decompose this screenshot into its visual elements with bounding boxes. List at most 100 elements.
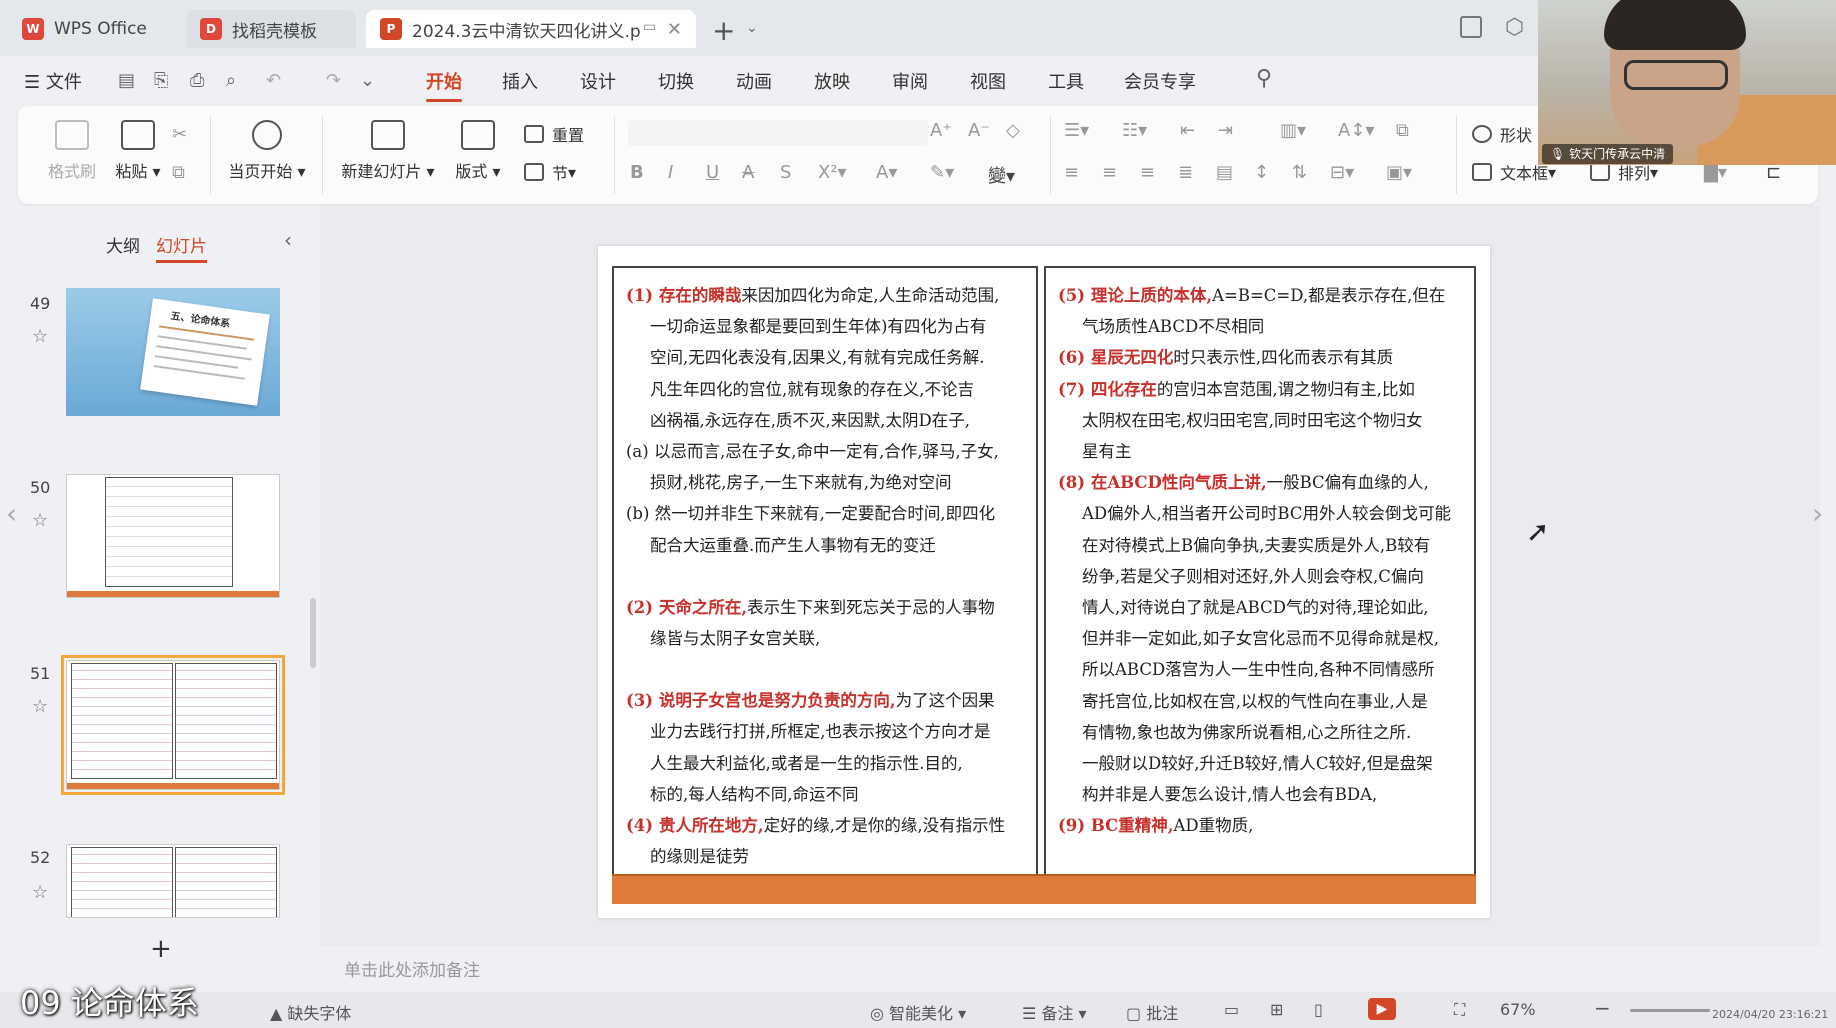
smart-beautify-button[interactable]: ◎ 智能美化 ▾ [870, 1000, 966, 1024]
save-icon[interactable]: ▤ [118, 70, 135, 91]
menu-design[interactable]: 设计 [580, 68, 616, 94]
current-slide[interactable]: (1) 存在的瞬哉来因加四化为命定,人生命活动范围, 一切命运显象都是要回到生年… [598, 246, 1490, 918]
slide-thumb-52[interactable] [66, 844, 280, 918]
zoom-slider[interactable] [1630, 1009, 1710, 1012]
italic-icon[interactable]: I [668, 162, 673, 183]
distribute-icon[interactable]: ▤ [1216, 162, 1233, 183]
format-painter-button[interactable]: 格式刷 [42, 120, 102, 182]
indent-increase-icon[interactable]: ⇥ [1218, 120, 1233, 141]
convert-smartart-icon[interactable]: ⧉ [1396, 120, 1409, 141]
zoom-level[interactable]: 67% [1500, 1000, 1536, 1019]
print-preview-icon[interactable]: ⌕ [226, 70, 236, 91]
star-icon[interactable]: ☆ [32, 882, 48, 903]
fit-window-icon[interactable]: ⛶ [1454, 1000, 1465, 1020]
cut-icon[interactable]: ✂ [172, 124, 187, 145]
from-current-button[interactable]: 当页开始 ▾ [224, 120, 310, 182]
slide-thumb-49[interactable]: 五、论命体系 [66, 288, 280, 416]
font-grow-icon[interactable]: A⁺ [930, 120, 952, 141]
tab-wps-office[interactable]: W WPS Office [8, 10, 156, 48]
menu-transition[interactable]: 切换 [658, 68, 694, 94]
new-slide-button[interactable]: 新建幻灯片 ▾ [338, 120, 438, 182]
notes-placeholder[interactable]: 单击此处添加备注 [344, 956, 480, 981]
chevron-down-icon[interactable]: ⌄ [746, 20, 758, 36]
star-icon[interactable]: ☆ [32, 510, 48, 531]
align-right-icon[interactable]: ≡ [1140, 162, 1155, 183]
menu-review[interactable]: 审阅 [892, 68, 928, 94]
section-button[interactable]: 节 ▾ [524, 160, 576, 184]
bold-icon[interactable]: B [630, 162, 644, 183]
phonetic-icon[interactable]: 變▾ [988, 162, 1015, 188]
tab-slides[interactable]: 幻灯片 [156, 232, 207, 263]
undo-icon[interactable]: ↶ [266, 70, 281, 91]
print-icon[interactable]: ⎙ [190, 70, 204, 91]
close-icon[interactable]: ✕ [667, 19, 682, 40]
shadow-icon[interactable]: S [780, 162, 791, 183]
menu-insert[interactable]: 插入 [502, 68, 538, 94]
slide-sorter-icon[interactable]: ⊞ [1270, 1000, 1283, 1019]
line-spacing-icon[interactable]: ↕ [1254, 162, 1269, 183]
reset-button[interactable]: 重置 [524, 122, 584, 146]
reading-view-icon[interactable]: ▯ [1314, 1000, 1323, 1019]
font-shrink-icon[interactable]: A⁻ [968, 120, 990, 141]
paste-button[interactable]: 粘贴 ▾ [108, 120, 168, 182]
more-chevron-icon[interactable]: ⌄ [360, 70, 375, 91]
columns-icon[interactable]: ▥▾ [1280, 120, 1306, 141]
tab-outline[interactable]: 大纲 [106, 232, 140, 257]
align-left-icon[interactable]: ≡ [1064, 162, 1079, 183]
copy-icon[interactable]: ⧉ [172, 162, 185, 183]
share-icon[interactable]: ⎘ [154, 70, 168, 91]
align-center-icon[interactable]: ≡ [1102, 162, 1117, 183]
paragraph-spacing-icon[interactable]: ⇅ [1292, 162, 1307, 183]
clear-format-icon[interactable]: ◇ [1006, 120, 1020, 141]
normal-view-icon[interactable]: ▭ [1224, 1000, 1239, 1019]
menu-home[interactable]: 开始 [426, 68, 462, 102]
menu-view[interactable]: 视图 [970, 68, 1006, 94]
menu-tools[interactable]: 工具 [1048, 68, 1084, 94]
superscript-icon[interactable]: X²▾ [818, 162, 847, 183]
new-tab-button[interactable]: + [712, 14, 735, 47]
number-list-icon[interactable]: ☷▾ [1122, 120, 1147, 141]
star-icon[interactable]: ☆ [32, 696, 48, 717]
play-slideshow-icon[interactable]: ▶ [1368, 998, 1396, 1020]
font-color-icon[interactable]: A▾ [876, 162, 897, 183]
prev-slide-icon[interactable]: ‹ [6, 497, 17, 530]
redo-icon[interactable]: ↷ [326, 70, 341, 91]
fill-icon[interactable]: ▇▾ [1704, 162, 1727, 183]
layout-button[interactable]: 版式 ▾ [450, 120, 506, 182]
missing-fonts-button[interactable]: ▲ 缺失字体 [270, 1000, 351, 1024]
slide-right-textbox[interactable]: (5) 理论上质的本体,A=B=C=D,都是表示存在,但在 气场质性ABCD不尽… [1044, 266, 1476, 876]
window-restore-icon[interactable] [1460, 16, 1482, 38]
cube-icon[interactable]: ⬡ [1505, 15, 1524, 40]
notes-toggle-button[interactable]: ☰ 备注 ▾ [1022, 1000, 1087, 1024]
slide-left-textbox[interactable]: (1) 存在的瞬哉来因加四化为命定,人生命活动范围, 一切命运显象都是要回到生年… [612, 266, 1038, 876]
underline-icon[interactable]: U [706, 162, 719, 183]
menu-animation[interactable]: 动画 [736, 68, 772, 94]
text-box-align-icon[interactable]: ▣▾ [1386, 162, 1412, 183]
slide-thumb-50[interactable] [66, 474, 280, 598]
monitor-icon[interactable]: ▭ [643, 19, 656, 35]
justify-icon[interactable]: ≣ [1178, 162, 1193, 183]
next-slide-icon[interactable]: › [1812, 497, 1823, 530]
slide-thumb-51[interactable] [61, 655, 285, 795]
menu-slideshow[interactable]: 放映 [814, 68, 850, 94]
search-icon[interactable]: ⚲ [1256, 66, 1272, 91]
text-direction-icon[interactable]: A↕▾ [1338, 120, 1374, 141]
panel-scrollbar[interactable] [310, 598, 316, 668]
font-family-select[interactable] [628, 120, 928, 146]
collapse-ribbon-icon[interactable]: ⊏ [1766, 162, 1781, 183]
star-icon[interactable]: ☆ [32, 326, 48, 347]
highlight-icon[interactable]: ✎▾ [930, 162, 954, 183]
collapse-panel-icon[interactable]: ‹ [284, 228, 292, 252]
tab-template[interactable]: D 找稻壳模板 [186, 10, 356, 48]
vertical-align-icon[interactable]: ⊟▾ [1330, 162, 1354, 183]
tab-document[interactable]: P 2024.3云中清钦天四化讲义.p ▭ ✕ [366, 10, 696, 48]
comments-button[interactable]: ▢ 批注 [1126, 1000, 1178, 1024]
zoom-out-icon[interactable]: − [1594, 996, 1611, 1020]
strikethrough-icon[interactable]: A [742, 162, 754, 183]
file-menu[interactable]: ☰ 文件 [24, 68, 82, 94]
shape-button[interactable]: 形状 [1472, 122, 1532, 146]
bullet-list-icon[interactable]: ☰▾ [1064, 120, 1089, 141]
indent-decrease-icon[interactable]: ⇤ [1180, 120, 1195, 141]
menu-member[interactable]: 会员专享 [1124, 68, 1196, 94]
add-slide-button[interactable]: + [150, 934, 172, 964]
